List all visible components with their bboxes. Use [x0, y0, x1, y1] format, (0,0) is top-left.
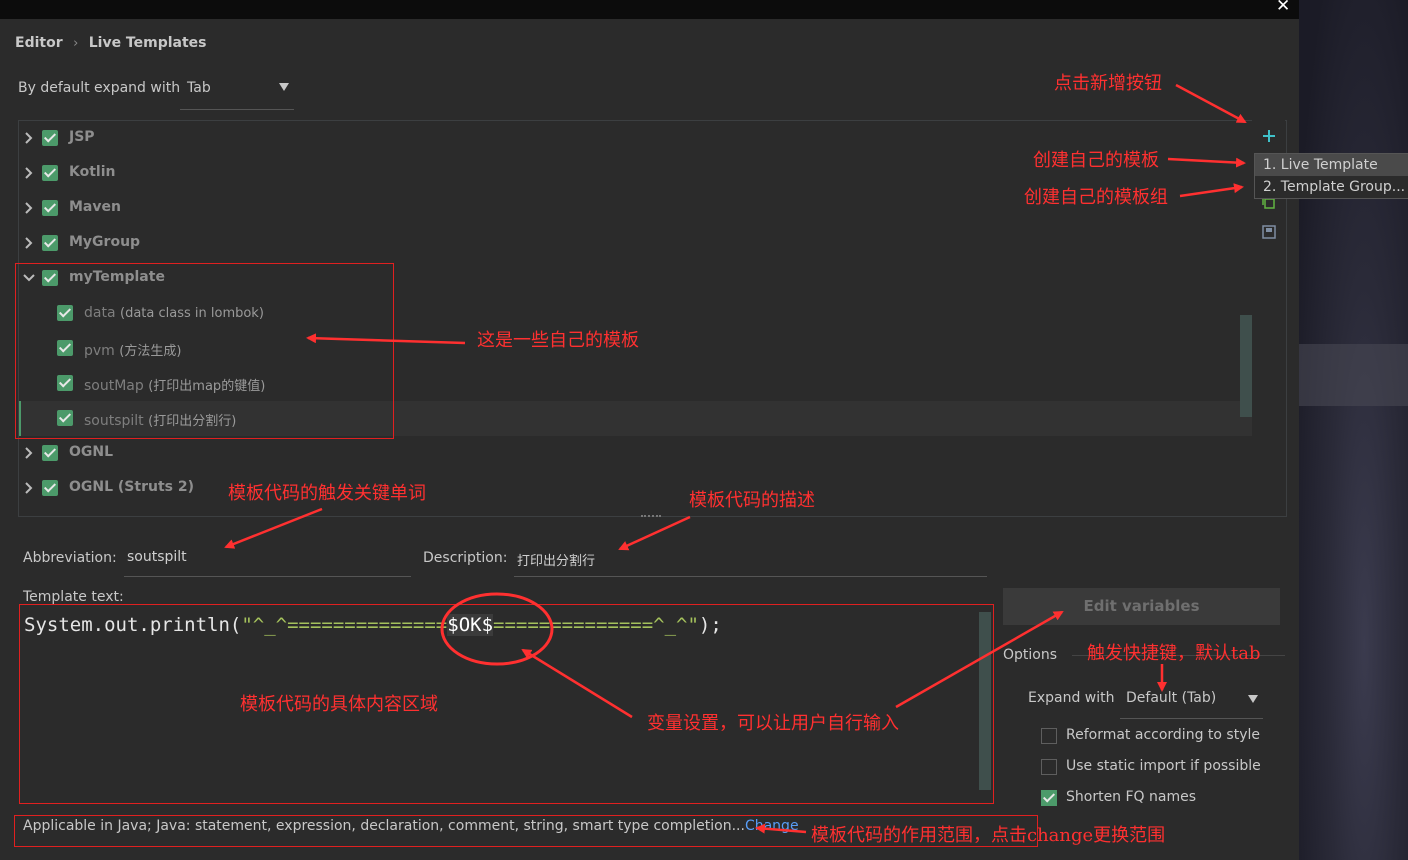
annotation-own-template: 创建自己的模板 [1033, 150, 1159, 171]
annotation-content-area: 模板代码的具体内容区域 [240, 694, 438, 715]
annotation-add-button: 点击新增按钮 [1054, 73, 1162, 94]
annotation-own-templates: 这是一些自己的模板 [477, 330, 639, 351]
annotation-shortcut: 触发快捷键，默认tab [1087, 643, 1261, 664]
annotation-description: 模板代码的描述 [689, 490, 815, 511]
annotation-trigger-word: 模板代码的触发关键单词 [228, 483, 426, 504]
annotation-own-group: 创建自己的模板组 [1024, 187, 1168, 208]
annotation-variable: 变量设置，可以让用户自行输入 [647, 713, 899, 734]
annotation-scope: 模板代码的作用范围，点击change更换范围 [811, 825, 1166, 846]
